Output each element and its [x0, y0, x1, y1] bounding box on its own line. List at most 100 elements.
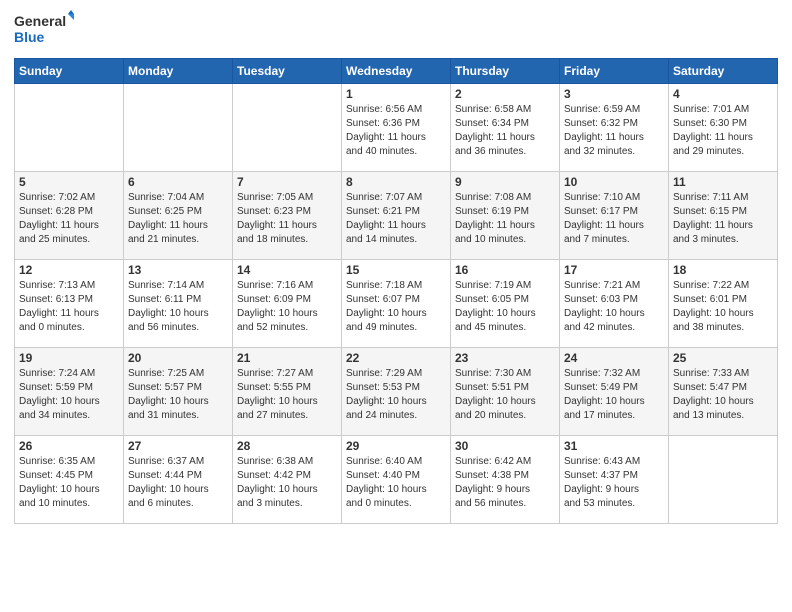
- day-cell: 15Sunrise: 7:18 AM Sunset: 6:07 PM Dayli…: [342, 260, 451, 348]
- day-cell: 31 Sunrise: 6:43 AM Sunset: 4:37 PM Dayli…: [560, 436, 669, 524]
- day-info: Sunrise: 7:01 AM Sunset: 6:30 PM Dayligh…: [673, 103, 773, 159]
- day-number: 18: [673, 263, 773, 277]
- svg-text:Blue: Blue: [14, 29, 45, 45]
- day-cell: 27 Sunrise: 6:37 AM Sunset: 4:44 PM Dayli…: [124, 436, 233, 524]
- header: General Blue: [14, 10, 778, 50]
- day-number: 6: [128, 175, 228, 189]
- day-info: Sunrise: 6:35 AM Sunset: 4:45 PM Dayligh…: [19, 455, 119, 511]
- day-cell: 3 Sunrise: 6:59 AM Sunset: 6:32 PM Daylig…: [560, 84, 669, 172]
- day-cell: 5 Sunrise: 7:02 AM Sunset: 6:28 PM Daylig…: [15, 172, 124, 260]
- day-info: Sunrise: 7:08 AM Sunset: 6:19 PM Dayligh…: [455, 191, 555, 247]
- day-info: Sunrise: 7:04 AM Sunset: 6:25 PM Dayligh…: [128, 191, 228, 247]
- day-info: Sunrise: 7:07 AM Sunset: 6:21 PM Dayligh…: [346, 191, 446, 247]
- day-cell: 4 Sunrise: 7:01 AM Sunset: 6:30 PM Daylig…: [669, 84, 778, 172]
- day-number: 28: [237, 439, 337, 453]
- day-cell: 13 Sunrise: 7:14 AM Sunset: 6:11 PM Dayli…: [124, 260, 233, 348]
- calendar-table: SundayMondayTuesdayWednesdayThursdayFrid…: [14, 58, 778, 524]
- day-number: 3: [564, 87, 664, 101]
- day-info: Sunrise: 7:33 AM Sunset: 5:47 PM Dayligh…: [673, 367, 773, 423]
- day-info: Sunrise: 7:19 AM Sunset: 6:05 PM Dayligh…: [455, 279, 555, 335]
- day-number: 20: [128, 351, 228, 365]
- day-cell: 21 Sunrise: 7:27 AM Sunset: 5:55 PM Dayli…: [233, 348, 342, 436]
- day-info: Sunrise: 7:13 AM Sunset: 6:13 PM Dayligh…: [19, 279, 119, 335]
- day-cell: 8Sunrise: 7:07 AM Sunset: 6:21 PM Daylig…: [342, 172, 451, 260]
- day-number: 1: [346, 87, 446, 101]
- day-info: Sunrise: 7:24 AM Sunset: 5:59 PM Dayligh…: [19, 367, 119, 423]
- day-info: Sunrise: 7:16 AM Sunset: 6:09 PM Dayligh…: [237, 279, 337, 335]
- day-cell: 22Sunrise: 7:29 AM Sunset: 5:53 PM Dayli…: [342, 348, 451, 436]
- day-cell: 24Sunrise: 7:32 AM Sunset: 5:49 PM Dayli…: [560, 348, 669, 436]
- day-number: 26: [19, 439, 119, 453]
- day-info: Sunrise: 7:02 AM Sunset: 6:28 PM Dayligh…: [19, 191, 119, 247]
- day-number: 12: [19, 263, 119, 277]
- day-cell: 18 Sunrise: 7:22 AM Sunset: 6:01 PM Dayli…: [669, 260, 778, 348]
- day-cell: 30 Sunrise: 6:42 AM Sunset: 4:38 PM Dayli…: [451, 436, 560, 524]
- day-info: Sunrise: 7:27 AM Sunset: 5:55 PM Dayligh…: [237, 367, 337, 423]
- day-number: 25: [673, 351, 773, 365]
- day-header-thursday: Thursday: [451, 59, 560, 84]
- week-row-3: 12 Sunrise: 7:13 AM Sunset: 6:13 PM Dayli…: [15, 260, 778, 348]
- day-info: Sunrise: 7:14 AM Sunset: 6:11 PM Dayligh…: [128, 279, 228, 335]
- day-info: Sunrise: 6:38 AM Sunset: 4:42 PM Dayligh…: [237, 455, 337, 511]
- day-cell: 26 Sunrise: 6:35 AM Sunset: 4:45 PM Dayli…: [15, 436, 124, 524]
- day-cell: [15, 84, 124, 172]
- day-info: Sunrise: 6:43 AM Sunset: 4:37 PM Dayligh…: [564, 455, 664, 511]
- day-info: Sunrise: 6:58 AM Sunset: 6:34 PM Dayligh…: [455, 103, 555, 159]
- day-info: Sunrise: 7:22 AM Sunset: 6:01 PM Dayligh…: [673, 279, 773, 335]
- day-header-saturday: Saturday: [669, 59, 778, 84]
- day-number: 23: [455, 351, 555, 365]
- day-cell: 14Sunrise: 7:16 AM Sunset: 6:09 PM Dayli…: [233, 260, 342, 348]
- day-cell: [233, 84, 342, 172]
- day-info: Sunrise: 7:11 AM Sunset: 6:15 PM Dayligh…: [673, 191, 773, 247]
- day-header-sunday: Sunday: [15, 59, 124, 84]
- day-cell: 28 Sunrise: 6:38 AM Sunset: 4:42 PM Dayli…: [233, 436, 342, 524]
- day-info: Sunrise: 6:40 AM Sunset: 4:40 PM Dayligh…: [346, 455, 446, 511]
- day-number: 10: [564, 175, 664, 189]
- svg-text:General: General: [14, 13, 66, 29]
- day-number: 13: [128, 263, 228, 277]
- day-number: 16: [455, 263, 555, 277]
- day-cell: [124, 84, 233, 172]
- day-header-wednesday: Wednesday: [342, 59, 451, 84]
- day-cell: 17 Sunrise: 7:21 AM Sunset: 6:03 PM Dayli…: [560, 260, 669, 348]
- day-number: 22: [346, 351, 446, 365]
- day-cell: 2 Sunrise: 6:58 AM Sunset: 6:34 PM Daylig…: [451, 84, 560, 172]
- day-number: 9: [455, 175, 555, 189]
- day-number: 5: [19, 175, 119, 189]
- day-cell: 29 Sunrise: 6:40 AM Sunset: 4:40 PM Dayli…: [342, 436, 451, 524]
- day-info: Sunrise: 6:37 AM Sunset: 4:44 PM Dayligh…: [128, 455, 228, 511]
- day-number: 27: [128, 439, 228, 453]
- day-number: 17: [564, 263, 664, 277]
- day-number: 31: [564, 439, 664, 453]
- day-number: 15: [346, 263, 446, 277]
- day-info: Sunrise: 6:59 AM Sunset: 6:32 PM Dayligh…: [564, 103, 664, 159]
- day-info: Sunrise: 6:56 AM Sunset: 6:36 PM Dayligh…: [346, 103, 446, 159]
- day-cell: 10Sunrise: 7:10 AM Sunset: 6:17 PM Dayli…: [560, 172, 669, 260]
- day-cell: 12 Sunrise: 7:13 AM Sunset: 6:13 PM Dayli…: [15, 260, 124, 348]
- days-header-row: SundayMondayTuesdayWednesdayThursdayFrid…: [15, 59, 778, 84]
- day-number: 19: [19, 351, 119, 365]
- day-cell: 1 Sunrise: 6:56 AM Sunset: 6:36 PM Daylig…: [342, 84, 451, 172]
- day-info: Sunrise: 6:42 AM Sunset: 4:38 PM Dayligh…: [455, 455, 555, 511]
- day-number: 29: [346, 439, 446, 453]
- logo-svg: General Blue: [14, 10, 74, 50]
- day-header-friday: Friday: [560, 59, 669, 84]
- day-number: 4: [673, 87, 773, 101]
- day-number: 11: [673, 175, 773, 189]
- day-number: 24: [564, 351, 664, 365]
- day-info: Sunrise: 7:30 AM Sunset: 5:51 PM Dayligh…: [455, 367, 555, 423]
- day-cell: 9 Sunrise: 7:08 AM Sunset: 6:19 PM Daylig…: [451, 172, 560, 260]
- week-row-1: 1 Sunrise: 6:56 AM Sunset: 6:36 PM Daylig…: [15, 84, 778, 172]
- day-info: Sunrise: 7:21 AM Sunset: 6:03 PM Dayligh…: [564, 279, 664, 335]
- day-cell: 23 Sunrise: 7:30 AM Sunset: 5:51 PM Dayli…: [451, 348, 560, 436]
- week-row-2: 5 Sunrise: 7:02 AM Sunset: 6:28 PM Daylig…: [15, 172, 778, 260]
- logo: General Blue: [14, 10, 74, 50]
- day-number: 2: [455, 87, 555, 101]
- day-cell: 11 Sunrise: 7:11 AM Sunset: 6:15 PM Dayli…: [669, 172, 778, 260]
- day-cell: 25 Sunrise: 7:33 AM Sunset: 5:47 PM Dayli…: [669, 348, 778, 436]
- day-cell: 6 Sunrise: 7:04 AM Sunset: 6:25 PM Daylig…: [124, 172, 233, 260]
- day-number: 30: [455, 439, 555, 453]
- day-number: 21: [237, 351, 337, 365]
- day-number: 7: [237, 175, 337, 189]
- week-row-4: 19 Sunrise: 7:24 AM Sunset: 5:59 PM Dayli…: [15, 348, 778, 436]
